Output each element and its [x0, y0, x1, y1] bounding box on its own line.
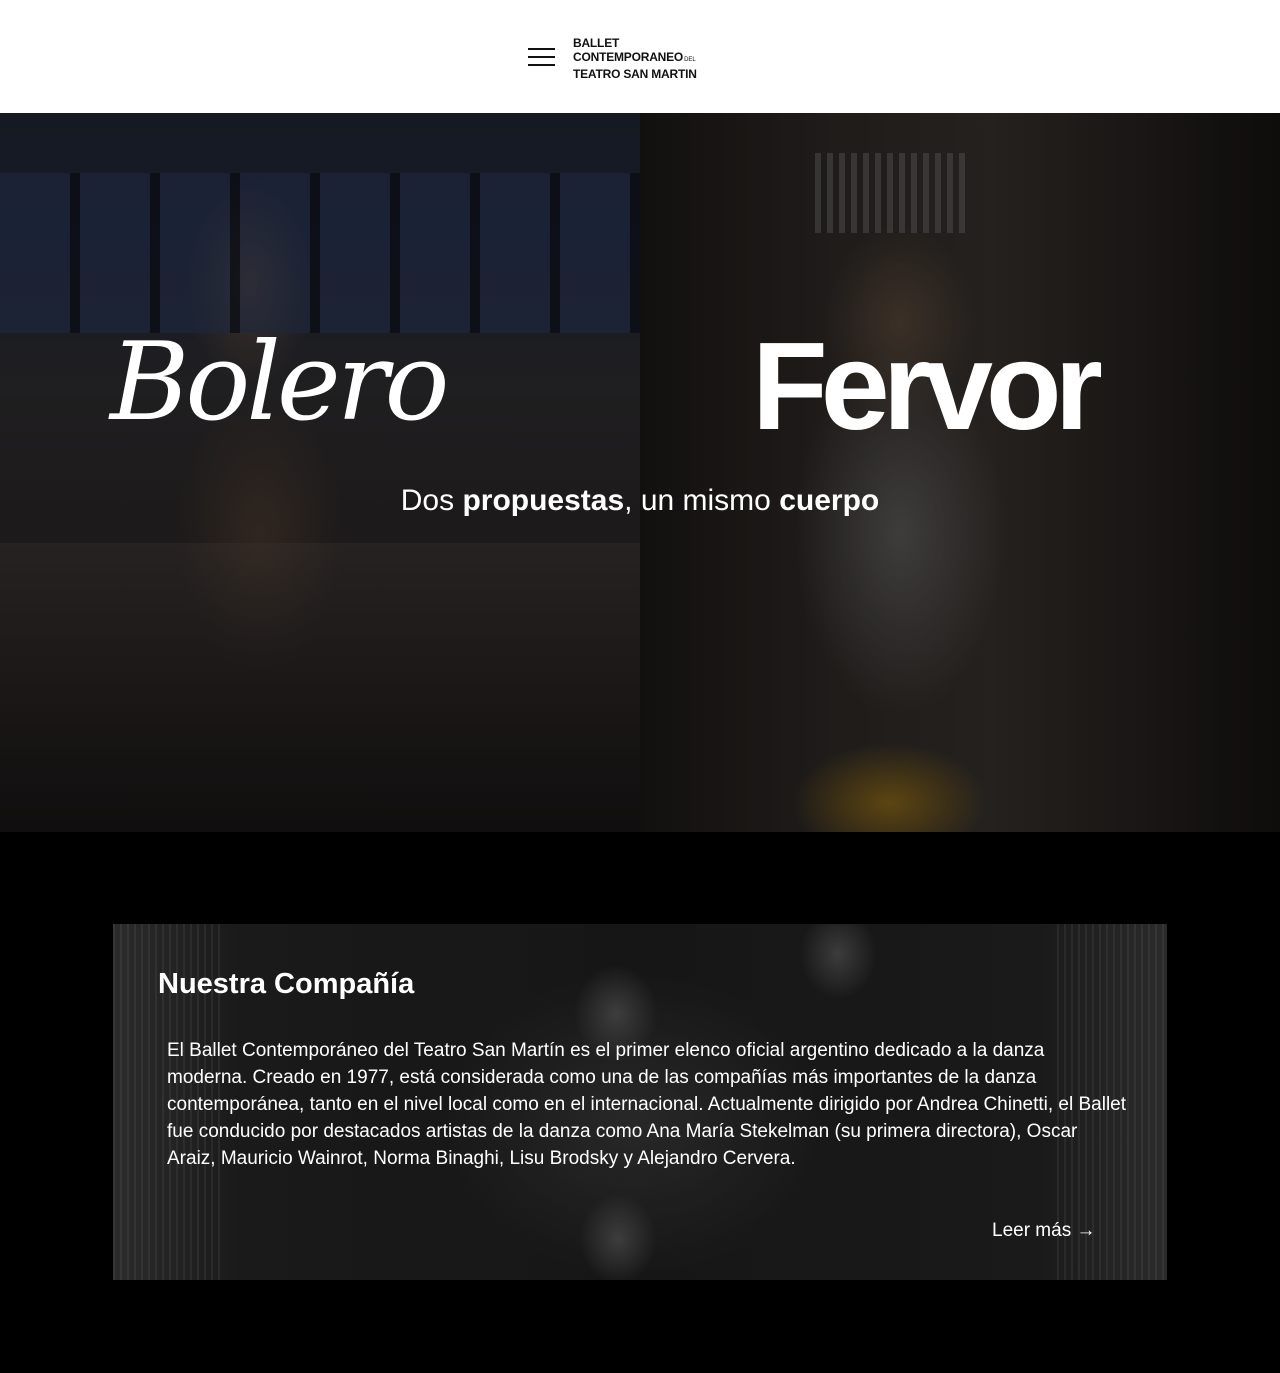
logo-del: DEL: [684, 57, 696, 63]
logo-line-3: TEATRO SAN MARTIN: [573, 67, 697, 81]
logo-line-1: BALLET: [573, 36, 620, 50]
hero-title-bolero[interactable]: Bolero: [110, 329, 550, 437]
company-title: Nuestra Compañía: [158, 968, 415, 1000]
logo-line-2: CONTEMPORANEODEL: [573, 50, 696, 64]
site-logo[interactable]: BALLET CONTEMPORANEODEL TEATRO SAN MARTI…: [573, 36, 713, 81]
company-description: El Ballet Contemporáneo del Teatro San M…: [167, 1040, 1127, 1169]
read-more-link[interactable]: Leer más →: [992, 1220, 1095, 1242]
hero-subtitle: Dos propuestas, un mismo cuerpo: [400, 484, 880, 517]
company-card: Nuestra Compañía El Ballet Contemporáneo…: [113, 924, 1167, 1280]
hero-section: Bolero Fervor Dos propuestas, un mismo c…: [0, 113, 1280, 832]
hamburger-menu-icon[interactable]: [528, 46, 556, 68]
site-header: BALLET CONTEMPORANEODEL TEATRO SAN MARTI…: [0, 0, 1280, 113]
hero-title-fervor[interactable]: Fervor: [752, 325, 1192, 449]
